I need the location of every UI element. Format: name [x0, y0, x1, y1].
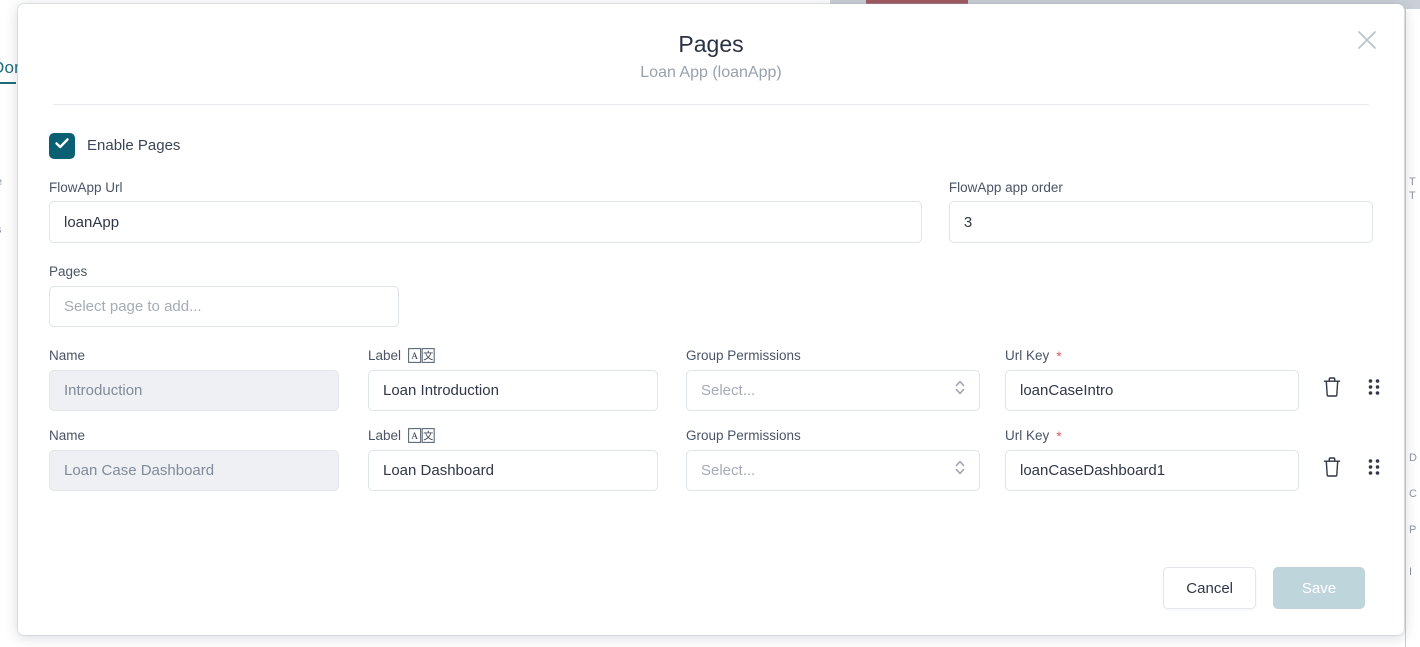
flowapp-url-label: FlowApp Url: [49, 181, 922, 195]
background-right-text-6: I: [1409, 566, 1412, 578]
flowapp-app-order-label: FlowApp app order: [949, 181, 1373, 195]
trash-icon: [1322, 456, 1342, 481]
enable-pages-label: Enable Pages: [87, 137, 180, 154]
flowapp-app-order-field: FlowApp app order 3: [949, 181, 1373, 244]
drag-entry-handle[interactable]: [1363, 377, 1385, 401]
entry-url-key-field: Url Key * loanCaseIntro: [1005, 349, 1299, 411]
translate-icon[interactable]: A 文: [408, 428, 436, 443]
entry-actions: [1321, 457, 1385, 491]
entry-label-text: Label: [368, 429, 401, 443]
page-entries-list: Name Introduction Label A 文: [49, 348, 1373, 491]
entry-group-permissions-label: Group Permissions: [686, 349, 980, 363]
entry-label-label: Label A 文: [368, 428, 658, 443]
entry-group-permissions-select[interactable]: Select...: [686, 370, 980, 411]
modal-footer: Cancel Save: [18, 567, 1404, 635]
drag-handle-icon: [1366, 377, 1382, 400]
table-row: Name Loan Case Dashboard Label A 文: [49, 428, 1373, 491]
flowapp-url-input[interactable]: loanApp: [49, 201, 922, 243]
modal-header: Pages Loan App (loanApp): [18, 4, 1404, 82]
entry-name-input: Loan Case Dashboard: [49, 450, 339, 491]
entry-name-field: Name Introduction: [49, 349, 339, 411]
delete-entry-button[interactable]: [1321, 377, 1343, 401]
enable-pages-checkbox[interactable]: [49, 133, 75, 159]
close-icon: [1355, 28, 1379, 55]
entry-group-permissions-field: Group Permissions Select...: [686, 349, 980, 411]
required-asterisk: *: [1056, 349, 1061, 363]
field-gap: [922, 181, 949, 244]
pages-select-field: Pages Select page to add...: [49, 265, 399, 327]
entry-url-key-text: Url Key: [1005, 349, 1049, 363]
entry-label-input[interactable]: Loan Introduction: [368, 370, 658, 411]
background-right-text-2: T: [1409, 190, 1416, 202]
pages-modal: Pages Loan App (loanApp) Enable Pa: [18, 4, 1404, 635]
flowapp-fields-row: FlowApp Url loanApp FlowApp app order 3: [49, 181, 1373, 244]
entry-url-key-label: Url Key *: [1005, 429, 1299, 443]
flowapp-app-order-input[interactable]: 3: [949, 201, 1373, 243]
translate-icon[interactable]: A 文: [408, 348, 436, 363]
drag-entry-handle[interactable]: [1363, 457, 1385, 481]
background-left-underline: [0, 82, 16, 84]
pages-select-label: Pages: [49, 265, 399, 279]
cancel-button[interactable]: Cancel: [1163, 567, 1256, 609]
flowapp-url-field: FlowApp Url loanApp: [49, 181, 922, 244]
pages-select-input[interactable]: Select page to add...: [49, 286, 399, 327]
entry-label-field: Label A 文 Loan Introduction: [368, 348, 658, 411]
entry-label-text: Label: [368, 349, 401, 363]
entry-url-key-input[interactable]: loanCaseIntro: [1005, 370, 1299, 411]
background-right-text-3: D: [1409, 452, 1417, 464]
entry-name-input: Introduction: [49, 370, 339, 411]
background-left-text-3: s: [0, 224, 2, 236]
entry-group-permissions-select-wrap: Select...: [686, 370, 980, 411]
background-right-text-5: P: [1409, 524, 1416, 536]
entry-label-label: Label A 文: [368, 348, 658, 363]
entry-group-permissions-select-wrap: Select...: [686, 450, 980, 491]
background-divider-right: [1405, 0, 1406, 647]
svg-text:文: 文: [423, 349, 433, 362]
entry-url-key-label: Url Key *: [1005, 349, 1299, 363]
delete-entry-button[interactable]: [1321, 457, 1343, 481]
drag-handle-icon: [1366, 457, 1382, 480]
background-right-text-4: C: [1409, 488, 1417, 500]
table-row: Name Introduction Label A 文: [49, 348, 1373, 411]
entry-actions: [1321, 377, 1385, 411]
svg-text:A: A: [411, 351, 418, 362]
background-left-text-1: e: [0, 176, 2, 188]
entry-url-key-input[interactable]: loanCaseDashboard1: [1005, 450, 1299, 491]
entry-url-key-text: Url Key: [1005, 429, 1049, 443]
page-title: Pages: [18, 30, 1404, 59]
svg-text:文: 文: [423, 429, 433, 442]
entry-label-input[interactable]: Loan Dashboard: [368, 450, 658, 491]
save-button[interactable]: Save: [1273, 567, 1365, 609]
svg-text:A: A: [411, 431, 418, 442]
required-asterisk: *: [1056, 429, 1061, 443]
entry-name-field: Name Loan Case Dashboard: [49, 429, 339, 491]
entry-url-key-field: Url Key * loanCaseDashboard1: [1005, 429, 1299, 491]
entry-group-permissions-field: Group Permissions Select...: [686, 429, 980, 491]
trash-icon: [1322, 376, 1342, 401]
entry-name-label: Name: [49, 429, 339, 443]
entry-group-permissions-label: Group Permissions: [686, 429, 980, 443]
enable-pages-row[interactable]: Enable Pages: [49, 133, 1373, 159]
page-subtitle: Loan App (loanApp): [18, 64, 1404, 82]
entry-name-label: Name: [49, 349, 339, 363]
entry-group-permissions-select[interactable]: Select...: [686, 450, 980, 491]
background-right-text-1: T: [1409, 176, 1416, 188]
close-button[interactable]: [1350, 24, 1384, 58]
check-icon: [54, 135, 70, 156]
entry-label-field: Label A 文 Loan Dashboard: [368, 428, 658, 491]
modal-body: Enable Pages FlowApp Url loanApp FlowApp…: [18, 105, 1404, 567]
